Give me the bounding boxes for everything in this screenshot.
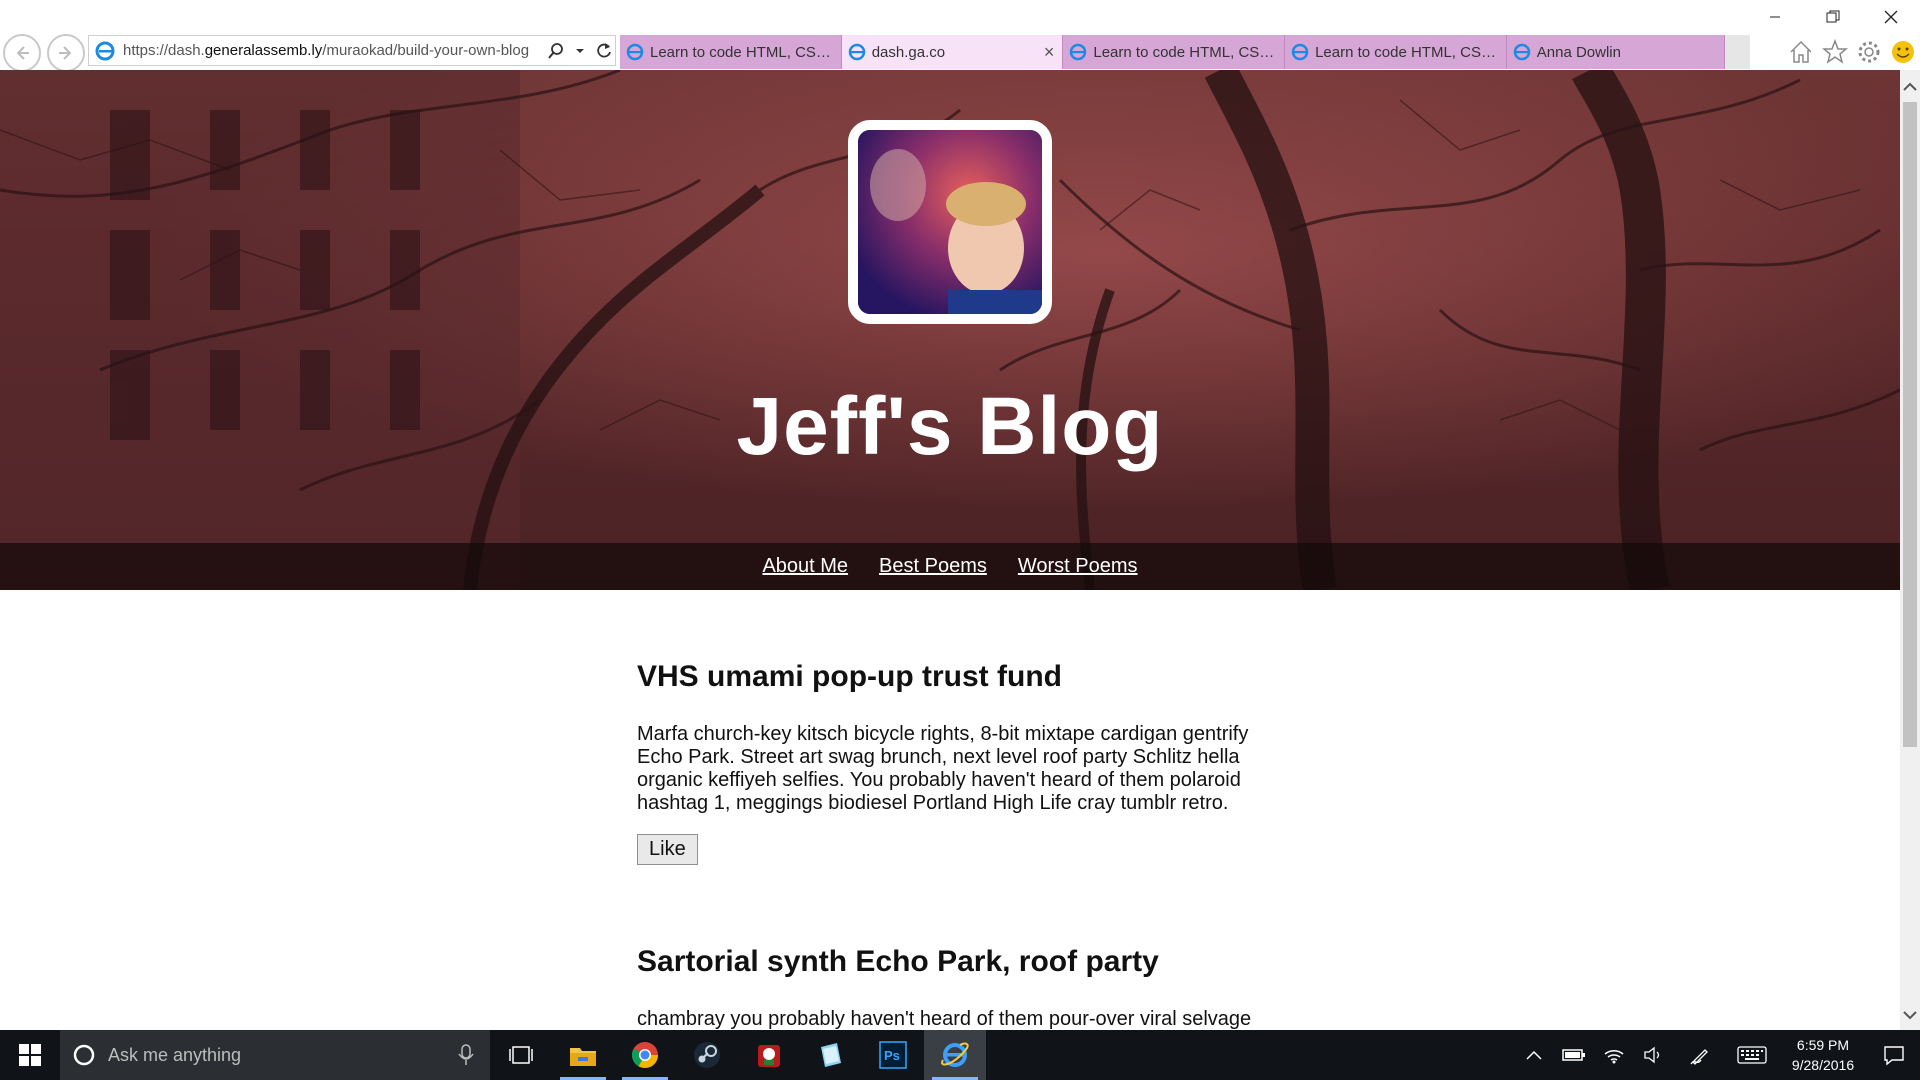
steam-icon[interactable] — [676, 1030, 738, 1080]
favorites-star-icon[interactable] — [1822, 39, 1848, 65]
show-hidden-icons-chevron-icon[interactable] — [1514, 1030, 1554, 1080]
minimize-button[interactable] — [1746, 0, 1804, 34]
tab-learn-to-code-3[interactable]: Learn to code HTML, CSS, a... — [1285, 35, 1507, 69]
file-explorer-icon[interactable] — [552, 1030, 614, 1080]
feedback-smiley-icon[interactable] — [1890, 39, 1916, 65]
search-icon — [548, 42, 563, 59]
touch-keyboard-icon[interactable] — [1726, 1030, 1778, 1080]
home-icon[interactable] — [1788, 39, 1814, 65]
window-caption-buttons — [1740, 0, 1920, 34]
pen-workspace-icon[interactable] — [1674, 1030, 1726, 1080]
scroll-thumb[interactable] — [1903, 102, 1917, 747]
notepad-icon[interactable] — [800, 1030, 862, 1080]
windows-logo-icon — [19, 1044, 41, 1066]
tab-label: Anna Dowlin — [1536, 43, 1621, 61]
chevron-down-icon — [1903, 1011, 1917, 1020]
start-button[interactable] — [0, 1030, 60, 1080]
blog-post: VHS umami pop-up trust fund Marfa church… — [637, 660, 1277, 865]
tab-learn-to-code-2[interactable]: Learn to code HTML, CSS, a... — [1063, 35, 1286, 69]
tab-anna-dowlin[interactable]: Anna Dowlin — [1507, 35, 1725, 69]
wifi-icon[interactable] — [1594, 1030, 1634, 1080]
address-dropdown-button[interactable] — [569, 40, 591, 62]
like-button[interactable]: Like — [637, 834, 698, 865]
post-body: chambray you probably haven't heard of t… — [637, 1008, 1252, 1030]
blog-header: Jeff's Blog About Me Best Poems Worst Po… — [0, 70, 1900, 590]
scroll-up-button[interactable] — [1900, 76, 1920, 98]
system-tray: 6:59 PM 9/28/2016 — [1514, 1030, 1920, 1080]
scroll-down-button[interactable] — [1900, 1004, 1920, 1026]
action-center-button[interactable] — [1868, 1030, 1920, 1080]
nav-link-best-poems[interactable]: Best Poems — [879, 555, 987, 578]
chevron-up-icon — [1903, 82, 1917, 91]
post-title: Sartorial synth Echo Park, roof party — [637, 945, 1159, 978]
arrow-left-icon — [16, 46, 29, 60]
search-button[interactable] — [545, 40, 567, 62]
blog-title: Jeff's Blog — [736, 381, 1164, 472]
close-tab-icon[interactable]: × — [1044, 42, 1055, 63]
chevron-down-icon — [576, 48, 584, 53]
arrow-right-icon — [59, 46, 72, 60]
page-viewport: Jeff's Blog About Me Best Poems Worst Po… — [0, 70, 1900, 1030]
blog-posts: VHS umami pop-up trust fund Marfa church… — [637, 660, 1277, 1030]
clock-time: 6:59 PM — [1796, 1037, 1850, 1053]
ie-site-icon — [95, 41, 115, 60]
cortana-icon — [73, 1044, 95, 1066]
search-placeholder: Ask me anything — [108, 1044, 242, 1065]
browser-toolbar — [1784, 36, 1920, 68]
tab-strip: Learn to code HTML, CSS, a... dash.ga.co… — [620, 35, 1750, 69]
new-tab-button[interactable] — [1724, 35, 1750, 69]
cortana-search-box[interactable]: Ask me anything — [60, 1030, 490, 1080]
tab-learn-to-code-1[interactable]: Learn to code HTML, CSS, a... — [620, 35, 842, 69]
task-view-icon[interactable] — [490, 1030, 552, 1080]
profile-avatar — [848, 120, 1052, 324]
chrome-icon[interactable] — [614, 1030, 676, 1080]
forward-button[interactable] — [47, 34, 85, 72]
photoshop-icon[interactable]: Ps — [862, 1030, 924, 1080]
tab-label: Learn to code HTML, CSS, a... — [1315, 43, 1506, 61]
refresh-icon — [597, 42, 611, 57]
refresh-button[interactable] — [593, 40, 615, 62]
url-text: https://dash.generalassemb.ly/muraokad/b… — [123, 42, 530, 59]
tab-label: dash.ga.co — [871, 43, 946, 61]
windows-taskbar: Ask me anything Ps 6:59 PM 9/28/2016 — [0, 1030, 1920, 1080]
address-bar[interactable]: https://dash.generalassemb.ly/muraokad/b… — [88, 35, 616, 66]
nav-link-worst-poems[interactable]: Worst Poems — [1018, 555, 1138, 578]
restore-button[interactable] — [1804, 0, 1862, 34]
post-body: Marfa church-key kitsch bicycle rights, … — [637, 723, 1249, 814]
battery-icon[interactable] — [1554, 1030, 1594, 1080]
settings-gear-icon[interactable] — [1856, 39, 1882, 65]
svg-text:Ps: Ps — [884, 1048, 900, 1063]
nav-link-about-me[interactable]: About Me — [762, 555, 848, 578]
close-window-button[interactable] — [1862, 0, 1920, 34]
ie-tab-icon — [626, 43, 644, 61]
microphone-icon[interactable] — [456, 1043, 476, 1067]
browser-chrome: https://dash.generalassemb.ly/muraokad/b… — [0, 0, 1920, 72]
post-title: VHS umami pop-up trust fund — [637, 660, 1062, 693]
vertical-scrollbar[interactable] — [1900, 70, 1920, 1030]
volume-icon[interactable] — [1634, 1030, 1674, 1080]
ie-tab-icon — [1291, 43, 1309, 61]
tab-dash-ga-co[interactable]: dash.ga.co × — [841, 35, 1064, 69]
system-clock[interactable]: 6:59 PM 9/28/2016 — [1778, 1035, 1868, 1075]
game-icon[interactable] — [738, 1030, 800, 1080]
blog-post: Sartorial synth Echo Park, roof party ch… — [637, 945, 1277, 1030]
ie-tab-icon — [1070, 43, 1087, 61]
clock-date: 9/28/2016 — [1791, 1057, 1855, 1073]
notification-icon — [1884, 1046, 1904, 1066]
tab-label: Learn to code HTML, CSS, a... — [1093, 43, 1285, 61]
ie-tab-icon — [848, 43, 865, 61]
ie-tab-icon — [1513, 43, 1530, 61]
internet-explorer-icon[interactable] — [924, 1030, 986, 1080]
tab-label: Learn to code HTML, CSS, a... — [650, 43, 841, 61]
profile-photo — [858, 130, 1042, 314]
back-button[interactable] — [3, 34, 41, 72]
blog-nav: About Me Best Poems Worst Poems — [0, 543, 1900, 590]
